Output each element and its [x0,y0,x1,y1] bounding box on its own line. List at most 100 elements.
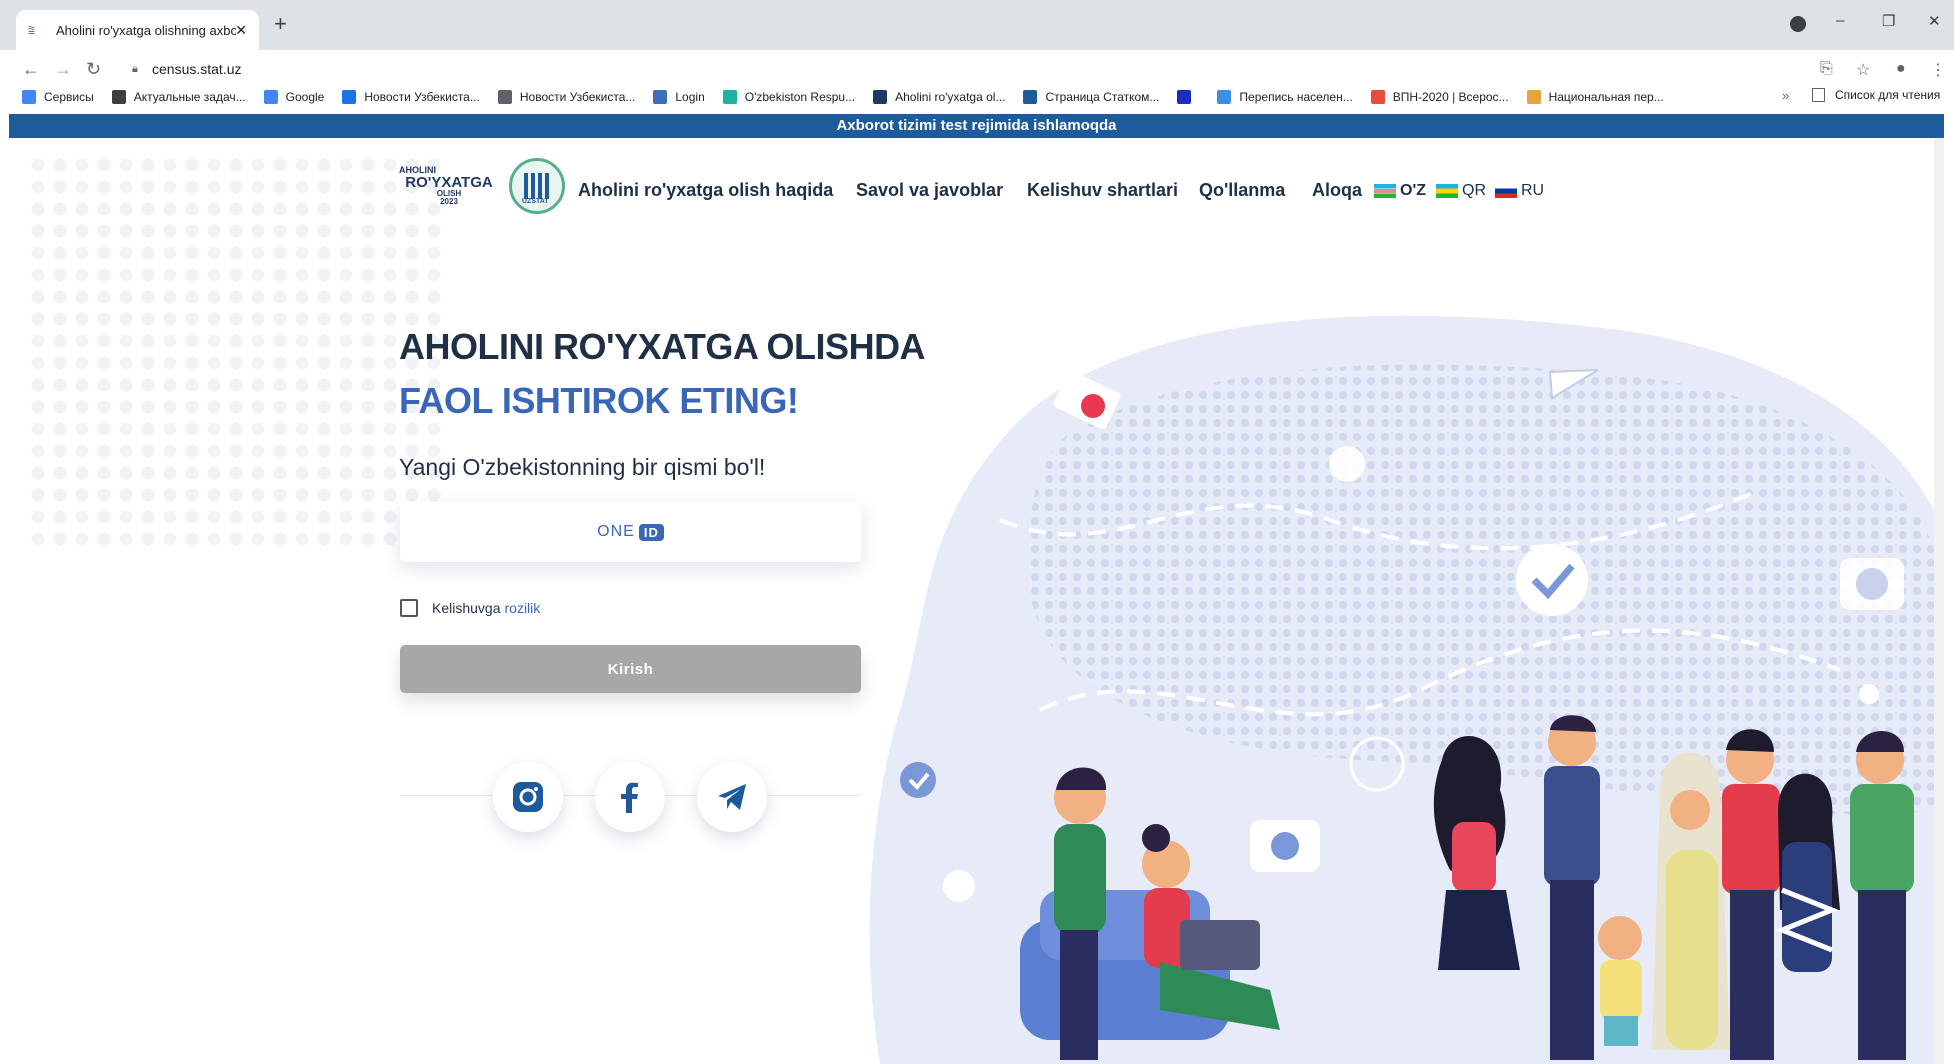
bookmark-item[interactable]: O'zbekiston Respu... [722,90,856,104]
nav-manual[interactable]: Qo'llanma [1199,180,1285,201]
emblem-caption: UZSTAT [522,198,549,205]
translate-icon[interactable]: ⎘ [1820,60,1833,78]
lang-ru[interactable]: RU [1495,182,1544,200]
uzbekistan-flag-icon [1374,184,1396,198]
bookmark-favicon-icon [22,90,36,104]
dot-pattern-decoration [27,154,447,554]
bookmark-label: Google [285,90,325,104]
bookmark-favicon-icon [342,90,357,104]
instagram-icon [513,782,543,812]
bookmark-label: ВПН-2020 | Всерос... [1392,90,1509,104]
bookmark-item[interactable]: Страница Статком... [1023,90,1159,104]
bookmark-favicon-icon [1217,90,1232,104]
plus-icon[interactable]: + [274,13,287,35]
lock-icon[interactable]: 🔒︎ [132,63,138,76]
building-bars-icon [524,173,552,199]
bookmark-item[interactable]: Новости Узбекиста... [342,90,480,104]
bookmarks-bar: Сервисы Актуальные задач... Google Новости … [0,82,1954,112]
login-button[interactable]: Kirish [400,645,861,693]
telegram-icon [718,784,746,810]
site-favicon-icon: ⩰ [28,23,36,37]
facebook-icon [621,782,638,813]
bookmark-item[interactable]: Login [653,90,705,104]
bookmark-label: Login [675,90,705,104]
lang-uz[interactable]: O'Z [1374,182,1426,200]
uzstat-emblem[interactable]: UZSTAT [509,158,565,214]
browser-tab-strip: ⩰ Aholini ro'yxatga olishning axbor ✕ + … [0,0,1954,50]
bookmark-favicon-icon [722,90,737,104]
lang-ru-label: RU [1521,182,1545,199]
bookmark-label: Aholini ro'yxatga ol... [895,90,1006,104]
logo-line4: 2023 [440,197,458,206]
reload-icon[interactable]: ↻ [86,60,101,78]
bookmark-label: O'zbekiston Respu... [744,90,856,104]
instagram-button[interactable] [493,762,563,832]
oneid-label: ONE [597,523,635,540]
tab-title: Aholini ro'yxatga olishning axbor [56,22,236,38]
agreement-row: Kelishuvga rozilik [400,599,540,617]
bookmark-item[interactable]: ВПН-2020 | Всерос... [1370,90,1509,104]
telegram-button[interactable] [697,762,767,832]
agreement-link[interactable]: rozilik [505,600,541,616]
bookmark-favicon-icon [1526,90,1541,104]
bookmark-favicon-icon [497,90,512,104]
bookmark-label: Перепись населен... [1239,90,1353,104]
agreement-label: Kelishuvga [432,600,501,616]
oneid-login-button[interactable]: ONE ID [400,502,861,562]
bookmark-item[interactable]: Новости Узбекиста... [497,90,636,104]
lang-uz-label: O'Z [1400,182,1427,199]
bookmark-favicon-icon [1177,90,1192,104]
back-icon[interactable]: ← [22,60,40,78]
bookmark-item[interactable]: Национальная пер... [1526,90,1664,104]
bookmark-label: Новости Узбекиста... [519,90,636,104]
reading-list-button[interactable]: Список для чтения [1812,88,1940,102]
hero-title-accent: FAOL ISHTIROK ETING! [399,380,799,421]
bookmark-favicon-icon [873,90,888,104]
bookmarks-more-icon[interactable]: » [1782,88,1789,103]
bookmark-item[interactable]: Google [263,90,325,104]
menu-icon[interactable]: ⋮ [1930,60,1946,80]
browser-tab[interactable]: ⩰ Aholini ro'yxatga olishning axbor ✕ [16,10,259,50]
census-logo[interactable]: AHOLINI RO'YXATGA OLISH 2023 [399,166,499,206]
minimize-icon[interactable]: – [1836,12,1844,29]
bookmark-item[interactable]: Актуальные задач... [111,90,246,104]
tab-search-icon[interactable] [1790,16,1806,32]
bookmark-label: Страница Статком... [1045,90,1160,104]
russia-flag-icon [1495,184,1517,198]
close-tab-icon[interactable]: ✕ [235,22,247,39]
oneid-badge: ID [638,523,664,541]
bookmark-item[interactable] [1177,90,1199,104]
hero-title: AHOLINI RO'YXATGA OLISHDA [399,326,926,367]
nav-about[interactable]: Aholini ro'yxatga olish haqida [578,180,833,201]
nav-contact[interactable]: Aloqa [1312,180,1362,201]
bookmark-favicon-icon [1370,90,1385,104]
web-page: Axborot tizimi test rejimida ishlamoqda … [9,114,1944,1064]
nav-faq[interactable]: Savol va javoblar [856,180,1003,201]
bookmark-favicon-icon [653,90,668,104]
bookmark-item[interactable]: Сервисы [22,90,94,104]
lang-qr[interactable]: QR [1436,182,1486,200]
bookmark-label: Сервисы [44,90,94,104]
logo-line2: RO'YXATGA [405,174,493,191]
bookmark-label: Новости Узбекиста... [364,90,480,104]
hero-subtitle: Yangi O'zbekistonning bir qismi bo'l! [399,454,766,480]
profile-icon[interactable]: ● [1896,60,1906,78]
bookmark-favicon-icon [263,90,278,104]
bookmark-star-icon[interactable]: ☆ [1856,60,1870,80]
test-mode-banner: Axborot tizimi test rejimida ishlamoqda [9,114,1944,138]
window-close-icon[interactable]: ✕ [1928,12,1941,30]
bookmark-label: Национальная пер... [1548,90,1664,104]
forward-icon[interactable]: → [54,60,72,78]
agreement-checkbox[interactable] [400,599,418,617]
karakalpakstan-flag-icon [1436,184,1458,198]
bookmark-favicon-icon [1023,90,1038,104]
bookmark-label: Актуальные задач... [133,90,246,104]
restore-icon[interactable]: ❐ [1882,12,1895,30]
bookmark-item[interactable]: Aholini ro'yxatga ol... [873,90,1005,104]
nav-terms[interactable]: Kelishuv shartlari [1027,180,1178,201]
bookmark-item[interactable]: Перепись населен... [1217,90,1353,104]
address-bar[interactable]: census.stat.uz [152,61,242,77]
lang-qr-label: QR [1462,182,1486,199]
community-illustration [869,315,1935,1064]
facebook-button[interactable] [595,762,665,832]
